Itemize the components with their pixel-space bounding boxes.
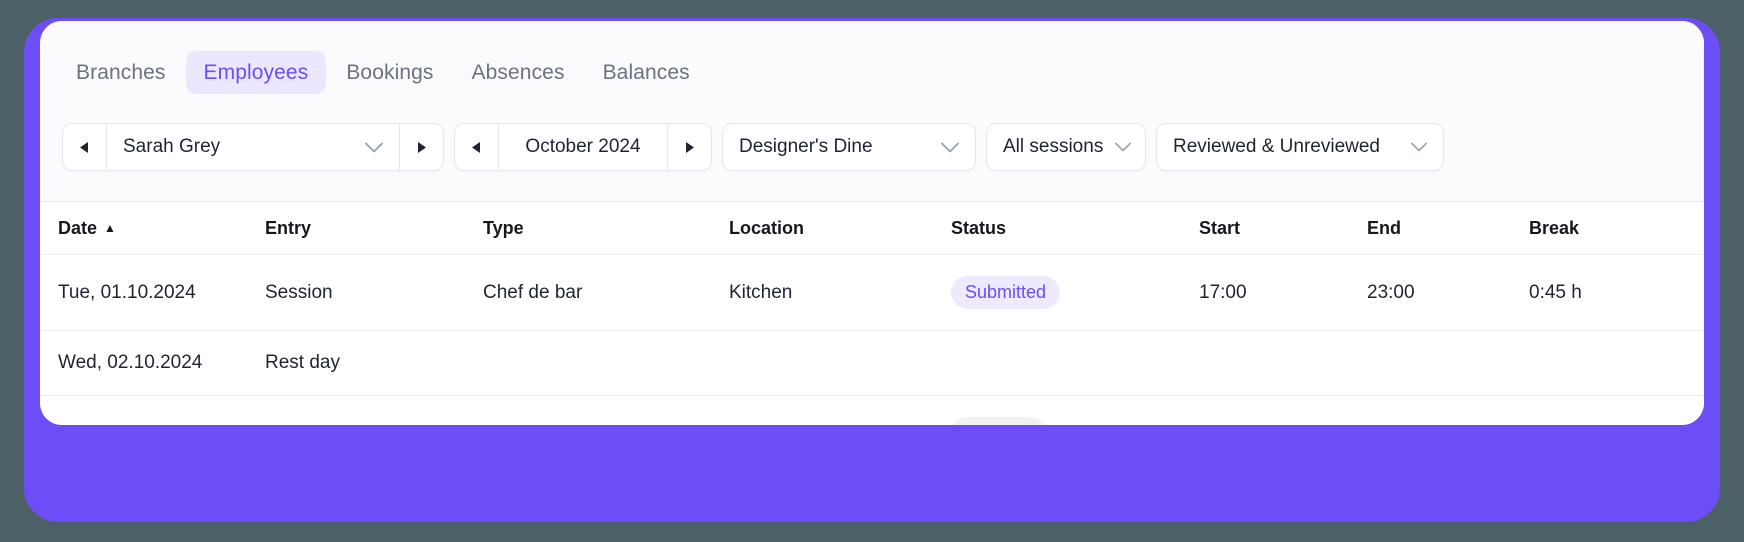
cell-type: Chef de bar (483, 396, 729, 426)
column-header-date[interactable]: Date ▲ (40, 202, 265, 255)
app-card: Branches Employees Bookings Absences Bal… (40, 21, 1704, 425)
sessions-select[interactable]: All sessions (987, 124, 1145, 170)
tab-branches[interactable]: Branches (58, 51, 184, 94)
table-body: Tue, 01.10.2024 Session Chef de bar Kitc… (40, 255, 1704, 426)
tab-bookings[interactable]: Bookings (328, 51, 451, 94)
month-prev-button[interactable] (455, 124, 499, 170)
chevron-right-icon (416, 141, 427, 154)
month-filter-group: October 2024 (454, 123, 712, 171)
cell-start: 17:00 (1199, 396, 1367, 426)
month-label: October 2024 (525, 136, 640, 158)
cell-date: Wed, 02.10.2024 (40, 331, 265, 396)
chevron-down-icon (365, 142, 383, 153)
cell-break: 0:00 h (1529, 396, 1704, 426)
cell-status (951, 331, 1199, 396)
chevron-down-icon (1115, 142, 1131, 152)
table-head: Date ▲ Entry Type Location Status Start E… (40, 202, 1704, 255)
review-select-value: Reviewed & Unreviewed (1173, 136, 1380, 158)
employee-select[interactable]: Sarah Grey (107, 124, 399, 170)
month-value[interactable]: October 2024 (499, 124, 667, 170)
cell-end: 23:00 (1367, 396, 1529, 426)
table-row[interactable]: Thu, 03.10.2024 Session Chef de bar Kitc… (40, 396, 1704, 426)
employee-next-button[interactable] (399, 124, 443, 170)
cell-status: Running (951, 396, 1199, 426)
cell-end: 23:00 (1367, 255, 1529, 331)
column-header-entry[interactable]: Entry (265, 202, 483, 255)
cell-end (1367, 331, 1529, 396)
month-next-button[interactable] (667, 124, 711, 170)
cell-location: Kitchen (729, 255, 951, 331)
chevron-right-icon (684, 141, 695, 154)
branch-select-value: Designer's Dine (739, 136, 873, 158)
column-header-break[interactable]: Break (1529, 202, 1704, 255)
column-header-status[interactable]: Status (951, 202, 1199, 255)
column-header-type[interactable]: Type (483, 202, 729, 255)
review-select[interactable]: Reviewed & Unreviewed (1157, 124, 1443, 170)
table-row[interactable]: Tue, 01.10.2024 Session Chef de bar Kitc… (40, 255, 1704, 331)
status-badge: Submitted (951, 276, 1060, 309)
cell-status: Submitted (951, 255, 1199, 331)
cell-entry: Rest day (265, 331, 483, 396)
review-filter-group: Reviewed & Unreviewed (1156, 123, 1444, 171)
card-top-region: Branches Employees Bookings Absences Bal… (40, 21, 1704, 202)
column-header-location[interactable]: Location (729, 202, 951, 255)
employee-filter-group: Sarah Grey (62, 123, 444, 171)
sessions-filter-group: All sessions (986, 123, 1146, 171)
employee-select-value: Sarah Grey (123, 136, 220, 158)
entries-table: Date ▲ Entry Type Location Status Start E… (40, 202, 1704, 425)
table-row[interactable]: Wed, 02.10.2024 Rest day (40, 331, 1704, 396)
chevron-left-icon (471, 141, 482, 154)
tab-absences[interactable]: Absences (454, 51, 583, 94)
cell-date: Tue, 01.10.2024 (40, 255, 265, 331)
entries-table-wrapper: Date ▲ Entry Type Location Status Start E… (40, 202, 1704, 425)
cell-entry: Session (265, 396, 483, 426)
cell-type (483, 331, 729, 396)
chevron-left-icon (79, 141, 90, 154)
cell-start (1199, 331, 1367, 396)
tab-employees[interactable]: Employees (186, 51, 327, 94)
sessions-select-value: All sessions (1003, 136, 1103, 158)
filter-bar: Sarah Grey (40, 103, 1704, 201)
screenshot-stage: Branches Employees Bookings Absences Bal… (0, 0, 1744, 542)
cell-entry: Session (265, 255, 483, 331)
chevron-down-icon (941, 142, 959, 153)
column-header-date-label: Date (58, 218, 97, 238)
table-header-row: Date ▲ Entry Type Location Status Start E… (40, 202, 1704, 255)
branch-select[interactable]: Designer's Dine (723, 124, 975, 170)
status-badge: Running (951, 417, 1046, 425)
sort-ascending-icon[interactable]: ▲ (104, 221, 116, 235)
cell-type: Chef de bar (483, 255, 729, 331)
cell-start: 17:00 (1199, 255, 1367, 331)
cell-date: Thu, 03.10.2024 (40, 396, 265, 426)
cell-break: 0:45 h (1529, 255, 1704, 331)
cell-location: Kitchen (729, 396, 951, 426)
tab-bar: Branches Employees Bookings Absences Bal… (40, 21, 1704, 103)
tab-balances[interactable]: Balances (585, 51, 708, 94)
column-header-end[interactable]: End (1367, 202, 1529, 255)
chevron-down-icon (1411, 142, 1427, 152)
column-header-start[interactable]: Start (1199, 202, 1367, 255)
employee-prev-button[interactable] (63, 124, 107, 170)
cell-location (729, 331, 951, 396)
branch-filter-group: Designer's Dine (722, 123, 976, 171)
cell-break (1529, 331, 1704, 396)
